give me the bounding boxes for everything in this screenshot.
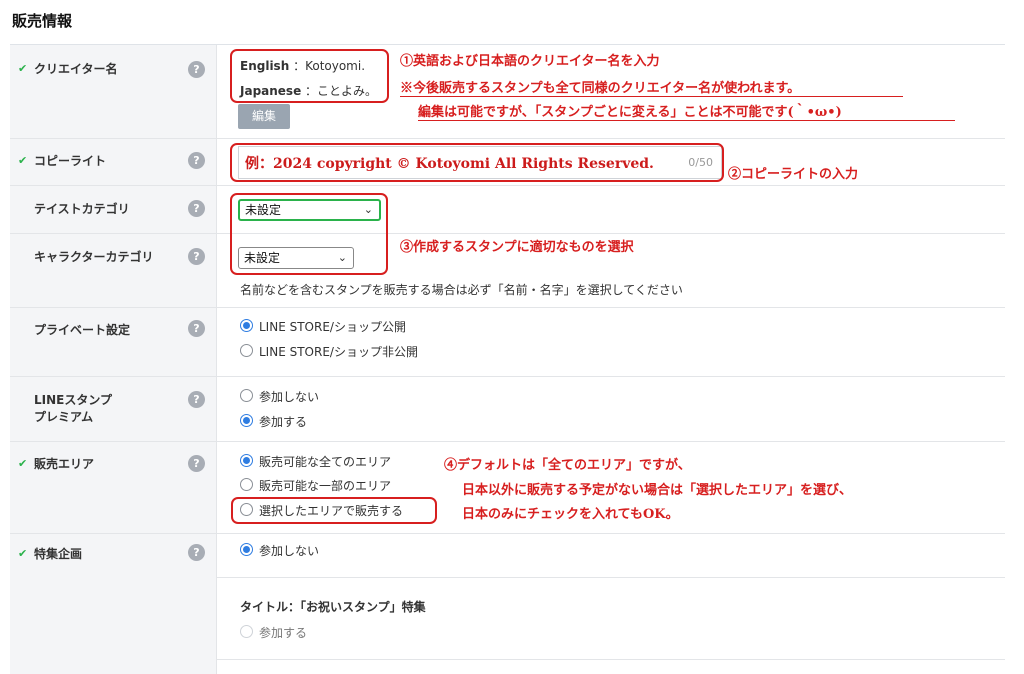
- radio-area-some-label[interactable]: 販売可能な一部のエリア: [259, 477, 391, 494]
- help-icon[interactable]: ?: [188, 248, 205, 265]
- help-icon[interactable]: ?: [188, 152, 205, 169]
- radio-premium-no[interactable]: [240, 389, 253, 402]
- radio-private-label[interactable]: LINE STORE/ショップ非公開: [259, 343, 418, 360]
- row-divider: [10, 233, 1005, 234]
- premium-label-line2: プレミアム: [34, 410, 94, 424]
- radio-premium-yes-label[interactable]: 参加する: [259, 413, 307, 430]
- radio-feature-no[interactable]: [240, 543, 253, 556]
- page-title: 販売情報: [12, 12, 73, 30]
- annotation-underline: [400, 96, 903, 97]
- help-icon[interactable]: ?: [188, 544, 205, 561]
- creator-name-label: クリエイター名: [34, 62, 118, 76]
- feature-label: 特集企画: [34, 547, 83, 561]
- annotation-box-category: [230, 193, 388, 275]
- radio-public[interactable]: [240, 319, 253, 332]
- help-icon[interactable]: ?: [188, 391, 205, 408]
- radio-area-all-label[interactable]: 販売可能な全てのエリア: [259, 453, 391, 470]
- help-icon[interactable]: ?: [188, 61, 205, 78]
- radio-public-label[interactable]: LINE STORE/ショップ公開: [259, 318, 406, 335]
- character-category-label: キャラクターカテゴリ: [34, 250, 154, 264]
- radio-feature-no-label[interactable]: 参加しない: [259, 542, 319, 559]
- private-setting-label: プライベート設定: [34, 323, 131, 337]
- radio-premium-no-label[interactable]: 参加しない: [259, 388, 319, 405]
- help-icon[interactable]: ?: [188, 320, 205, 337]
- complete-check-icon: ✔: [18, 154, 28, 167]
- row-divider: [10, 441, 1005, 442]
- feature-title: タイトル：「お祝いスタンプ」特集: [240, 600, 426, 614]
- row-divider: [10, 185, 1005, 186]
- row-divider: [10, 533, 1005, 534]
- help-icon[interactable]: ?: [188, 455, 205, 472]
- annotation-4-line1: ④デフォルトは「全てのエリア」ですが、: [444, 458, 691, 473]
- annotation-box-area: [231, 497, 437, 524]
- annotation-box-creator: [230, 49, 389, 103]
- sales-area-label: 販売エリア: [34, 457, 95, 471]
- inner-divider: [217, 659, 1005, 660]
- complete-check-icon: ✔: [18, 62, 28, 75]
- annotation-2: ②コピーライトの入力: [728, 167, 859, 182]
- radio-area-some[interactable]: [240, 478, 253, 491]
- annotation-4-line2: 日本以外に販売する予定がない場合は「選択したエリア」を選び、: [462, 483, 853, 498]
- radio-feature-yes[interactable]: [240, 625, 253, 638]
- radio-premium-yes[interactable]: [240, 414, 253, 427]
- annotation-underline: [418, 120, 955, 121]
- annotation-3: ③作成するスタンプに適切なものを選択: [400, 240, 634, 255]
- annotation-1-line1: ①英語および日本語のクリエイター名を入力: [400, 54, 660, 69]
- row-divider: [10, 376, 1005, 377]
- inner-divider: [217, 577, 1005, 578]
- copyright-label: コピーライト: [34, 154, 107, 168]
- annotation-1-line2: ※今後販売するスタンプも全て同様のクリエイター名が使われます。: [400, 81, 801, 96]
- annotation-1-line3: 編集は可能ですが、「スタンプごとに変える」ことは不可能です(｀•ω•): [418, 105, 842, 120]
- radio-private[interactable]: [240, 344, 253, 357]
- complete-check-icon: ✔: [18, 547, 28, 560]
- taste-category-label: テイストカテゴリ: [34, 202, 130, 216]
- row-divider: [10, 138, 1005, 139]
- complete-check-icon: ✔: [18, 457, 28, 470]
- label-column: [10, 45, 217, 674]
- help-icon[interactable]: ?: [188, 200, 205, 217]
- annotation-4-line3: 日本のみにチェックを入れてもOK。: [462, 507, 679, 522]
- radio-area-all[interactable]: [240, 454, 253, 467]
- premium-label-line1: LINEスタンプ: [34, 393, 112, 407]
- row-divider: [10, 307, 1005, 308]
- character-note: 名前などを含むスタンプを販売する場合は必ず「名前・名字」を選択してください: [240, 283, 683, 297]
- radio-feature-yes-label[interactable]: 参加する: [259, 624, 307, 641]
- edit-button[interactable]: 編集: [238, 104, 290, 129]
- annotation-box-copyright: [230, 143, 724, 182]
